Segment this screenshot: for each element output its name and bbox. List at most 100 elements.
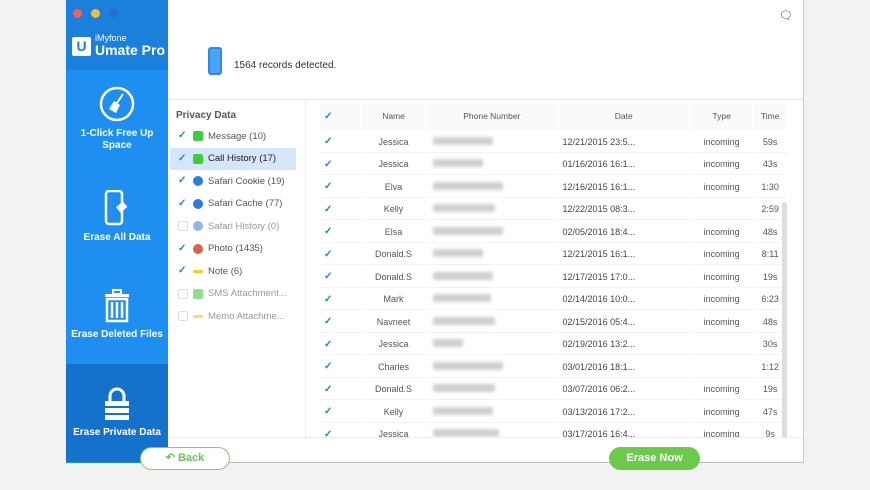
back-button[interactable]: ↶ Back xyxy=(140,447,230,470)
logo-area: UiMyfone Umate Pro xyxy=(66,0,168,70)
cell-date: 12/16/2015 16:1... xyxy=(558,177,689,198)
table-row[interactable]: ✓ Elva 12/16/2015 16:1... incoming 1:30 xyxy=(320,177,786,198)
cell-name: Jessica xyxy=(362,335,426,355)
table-row[interactable]: ✓ Donald.S 12/17/2015 17:0... incoming 1… xyxy=(320,267,786,288)
blurred-phone xyxy=(433,429,500,437)
cell-date: 12/17/2015 17:0... xyxy=(558,267,689,288)
cell-time: 59s xyxy=(754,132,786,153)
blurred-phone xyxy=(433,181,504,190)
close-window-button[interactable] xyxy=(73,9,82,18)
cell-date: 12/21/2015 23:5... xyxy=(558,132,689,153)
checkbox[interactable] xyxy=(178,288,188,299)
row-checkbox[interactable]: ✓ xyxy=(324,227,334,237)
row-checkbox[interactable]: ✓ xyxy=(324,339,334,350)
nav-erase-deleted-files[interactable]: Erase Deleted Files xyxy=(66,266,168,364)
blurred-phone xyxy=(433,159,484,168)
cell-type xyxy=(690,357,753,378)
cell-type: incoming xyxy=(690,177,753,198)
row-checkbox[interactable]: ✓ xyxy=(324,317,334,327)
header: 🗨 1564 records detected. xyxy=(168,0,803,100)
nav-free-up-space[interactable]: 1-Click Free Up Space xyxy=(66,70,168,168)
row-checkbox[interactable]: ✓ xyxy=(324,137,334,147)
table-row[interactable]: ✓ Jessica 02/19/2016 13:2... 30s xyxy=(320,335,786,355)
privacy-item-label: Message (10) xyxy=(208,130,267,142)
privacy-item[interactable]: ✓ Message (10) xyxy=(170,125,305,148)
table-row[interactable]: ✓ Kelly 03/13/2016 17:2... incoming 47s xyxy=(320,402,786,423)
table-row[interactable]: ✓ Navneet 02/15/2016 05:4... incoming 48… xyxy=(320,312,786,333)
cell-type: incoming xyxy=(690,222,753,243)
back-label: Back xyxy=(177,452,205,464)
col-type[interactable]: Type xyxy=(690,102,753,130)
blurred-phone xyxy=(433,136,494,145)
checkbox[interactable]: ✓ xyxy=(178,198,188,209)
checkbox[interactable]: ✓ xyxy=(178,176,188,186)
blurred-phone xyxy=(433,226,504,235)
privacy-item-label: Safari History (0) xyxy=(208,220,280,232)
category-icon xyxy=(193,153,203,164)
privacy-item[interactable]: ✓ Call History (17) xyxy=(170,147,296,170)
row-checkbox[interactable]: ✓ xyxy=(324,407,334,417)
privacy-item[interactable]: Memo Attachme... xyxy=(170,305,305,328)
cell-type: incoming xyxy=(690,245,753,265)
row-checkbox[interactable]: ✓ xyxy=(324,249,334,260)
row-checkbox[interactable]: ✓ xyxy=(324,272,334,282)
privacy-item-label: Photo (1435) xyxy=(208,243,263,255)
privacy-item[interactable]: Safari History (0) xyxy=(170,215,305,238)
cell-name: Navneet xyxy=(362,312,426,333)
erase-now-button[interactable]: Erase Now xyxy=(609,447,700,470)
table-row[interactable]: ✓ Kelly 12/22/2015 08:3... 2:59 xyxy=(320,200,786,220)
col-date[interactable]: Date xyxy=(558,102,689,130)
col-time[interactable]: Time xyxy=(754,102,786,130)
app-logo: UiMyfone Umate Pro xyxy=(72,34,165,58)
cell-date: 03/01/2016 18:1... xyxy=(558,357,689,378)
table-row[interactable]: ✓ Jessica 12/21/2015 23:5... incoming 59… xyxy=(320,132,786,153)
checkbox[interactable]: ✓ xyxy=(178,243,188,254)
col-name[interactable]: Name xyxy=(362,102,426,130)
table-row[interactable]: ✓ Elsa 02/05/2016 18:4... incoming 48s xyxy=(320,222,786,243)
privacy-item[interactable]: ✓ Safari Cookie (19) xyxy=(170,170,305,193)
checkbox[interactable] xyxy=(178,221,188,232)
row-checkbox[interactable]: ✓ xyxy=(324,159,334,170)
col-phone[interactable]: Phone Number xyxy=(427,102,557,130)
minimize-window-button[interactable] xyxy=(91,9,100,18)
table-row[interactable]: ✓ Charles 03/01/2016 18:1... 1:12 xyxy=(320,357,786,378)
row-checkbox[interactable]: ✓ xyxy=(324,362,334,372)
privacy-item-label: Safari Cache (77) xyxy=(208,198,283,210)
blurred-phone xyxy=(433,384,496,393)
table-row[interactable]: ✓ Donald.S 12/21/2015 16:1... incoming 8… xyxy=(320,245,786,265)
cell-type xyxy=(690,200,753,220)
table-row[interactable]: ✓ Jessica 01/16/2016 16:1... incoming 43… xyxy=(320,155,786,175)
row-checkbox[interactable]: ✓ xyxy=(324,429,334,437)
nav-label: 1-Click Free Up Space xyxy=(80,128,154,151)
checkbox[interactable]: ✓ xyxy=(178,131,188,141)
privacy-item[interactable]: ✓ Safari Cache (77) xyxy=(170,193,305,216)
table-row[interactable]: ✓ Donald.S 03/07/2016 06:2... incoming 1… xyxy=(320,380,786,400)
cell-type: incoming xyxy=(691,425,752,437)
select-all-checkbox[interactable]: ✓ xyxy=(324,111,334,122)
privacy-item-label: Note (6) xyxy=(208,265,243,277)
cell-type xyxy=(690,335,753,355)
cell-name: Mark xyxy=(362,290,426,310)
feedback-icon[interactable]: 🗨 xyxy=(779,9,793,22)
table-row[interactable]: ✓ Mark 02/14/2016 10:0... incoming 6:23 xyxy=(320,290,786,310)
cell-date: 02/05/2016 18:4... xyxy=(558,222,689,243)
cell-date: 03/17/2016 16:4... xyxy=(559,425,689,437)
row-checkbox[interactable]: ✓ xyxy=(324,294,334,305)
privacy-item[interactable]: SMS Attachment... xyxy=(170,283,305,306)
privacy-item[interactable]: ✓ Note (6) xyxy=(170,260,305,283)
cell-name: Donald.S xyxy=(362,245,426,265)
table-row[interactable]: ✓ Jessica 03/17/2016 16:4... incoming 9s xyxy=(320,425,786,437)
privacy-item[interactable]: ✓ Photo (1435) xyxy=(170,238,305,261)
blurred-phone xyxy=(433,249,484,258)
scrollbar[interactable] xyxy=(782,202,787,437)
maximize-window-button[interactable] xyxy=(109,9,118,18)
checkbox[interactable]: ✓ xyxy=(178,153,188,164)
row-checkbox[interactable]: ✓ xyxy=(324,384,334,395)
cell-name: Jessica xyxy=(362,425,425,437)
nav-erase-all-data[interactable]: Erase All Data xyxy=(66,168,168,266)
cell-time: 1:30 xyxy=(754,177,786,198)
row-checkbox[interactable]: ✓ xyxy=(324,182,334,192)
checkbox[interactable] xyxy=(178,311,188,322)
checkbox[interactable]: ✓ xyxy=(178,266,188,276)
row-checkbox[interactable]: ✓ xyxy=(324,204,334,215)
